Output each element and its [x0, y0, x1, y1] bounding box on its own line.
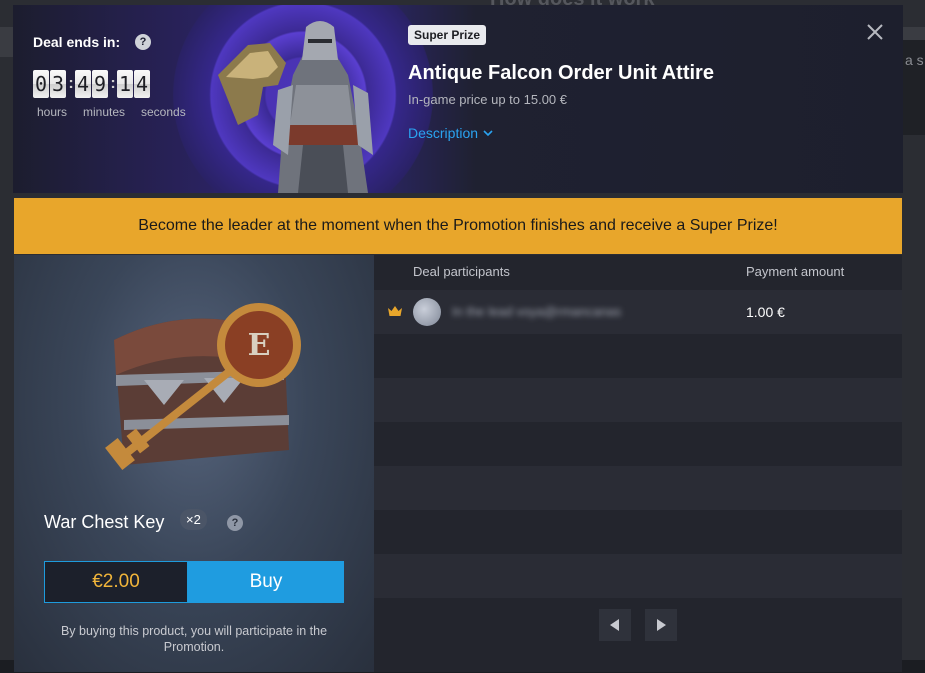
timer-digit: 4: [75, 70, 91, 98]
table-row: [374, 554, 902, 598]
purchase-control: €2.00 Buy: [44, 561, 344, 603]
war-chest-key-image: E: [105, 303, 301, 470]
knight-image: [218, 21, 373, 193]
table-row: [374, 378, 902, 422]
table-row: [374, 422, 902, 466]
table-row: [374, 334, 902, 378]
promotion-banner: Become the leader at the moment when the…: [14, 198, 902, 254]
timer-digit: 9: [92, 70, 108, 98]
purchase-note: By buying this product, you will partici…: [60, 624, 328, 654]
prize-title: Antique Falcon Order Unit Attire: [408, 62, 714, 84]
timer-separator: :: [68, 75, 74, 92]
chevron-down-icon: [483, 129, 493, 136]
table-row: In the lead voya@rmancanas 1.00 €: [374, 290, 902, 334]
super-prize-badge: Super Prize: [408, 25, 487, 45]
product-name: War Chest Key: [44, 512, 165, 532]
description-label: Description: [408, 125, 479, 141]
timer-unit-hours: hours: [37, 105, 68, 119]
participants-table: Deal participants Payment amount In the …: [374, 255, 902, 672]
background-side-text: a s: [905, 52, 924, 68]
timer-digit: 3: [50, 70, 66, 98]
timer-separator: :: [110, 75, 116, 92]
timer-digit: 1: [117, 70, 133, 98]
previous-page-button[interactable]: [599, 609, 631, 641]
timer-digit: 0: [33, 70, 49, 98]
timer-unit-seconds: seconds: [141, 105, 186, 119]
next-page-button[interactable]: [645, 609, 677, 641]
timer-unit-minutes: minutes: [83, 105, 126, 119]
quantity-badge: ×2: [180, 509, 207, 530]
prize-subtitle: In-game price up to 15.00 €: [408, 92, 567, 107]
timer-digit: 4: [134, 70, 150, 98]
deal-ends-label: Deal ends in:: [33, 34, 121, 50]
close-icon[interactable]: [865, 22, 885, 42]
help-icon: ?: [227, 515, 243, 531]
product-help[interactable]: ?: [227, 513, 243, 531]
column-header-amount: Payment amount: [746, 264, 845, 279]
price-display: €2.00: [44, 561, 188, 603]
product-panel: E War Chest Key ×2 ? €2.00 Buy By buying…: [14, 255, 374, 672]
avatar: [413, 298, 441, 326]
payment-amount: 1.00 €: [746, 304, 785, 320]
buy-button[interactable]: Buy: [188, 561, 344, 603]
arrow-left-icon: [610, 619, 619, 631]
crown-icon: [388, 306, 402, 316]
participant-name: In the lead voya@rmancanas: [452, 304, 622, 319]
column-header-participants: Deal participants: [413, 264, 510, 279]
svg-text:E: E: [248, 328, 271, 363]
table-row: [374, 466, 902, 510]
table-row: [374, 510, 902, 554]
table-header: Deal participants Payment amount: [374, 255, 902, 289]
countdown-timer: 0 3 : 4 9 : 1 4: [33, 70, 151, 98]
arrow-right-icon: [657, 619, 666, 631]
super-prize-header: Deal ends in: ? 0 3 : 4 9 : 1 4 hours mi…: [13, 5, 903, 193]
help-icon[interactable]: ?: [135, 34, 151, 50]
description-link[interactable]: Description: [408, 125, 493, 141]
